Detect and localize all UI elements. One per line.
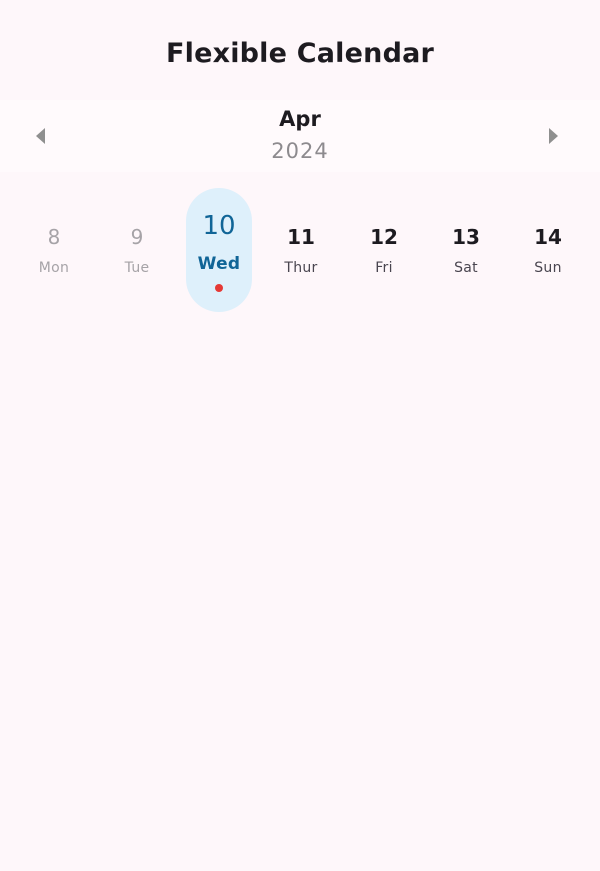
day-number: 10	[202, 211, 236, 241]
day-number: 9	[130, 225, 144, 249]
day-cell-sun-14[interactable]: 14 Sun	[515, 188, 581, 312]
next-month-button[interactable]	[538, 126, 568, 146]
app-bar: Flexible Calendar	[0, 0, 600, 100]
day-name: Thur	[284, 260, 318, 276]
day-number: 13	[452, 225, 480, 249]
day-number: 8	[47, 225, 61, 249]
day-cell-fri-12[interactable]: 12 Fri	[351, 188, 417, 312]
day-name: Sat	[454, 260, 478, 276]
day-name: Tue	[124, 260, 150, 276]
day-number: 14	[534, 225, 562, 249]
day-cell-mon-8[interactable]: 8 Mon	[21, 188, 87, 312]
day-name: Sun	[534, 260, 562, 276]
day-name: Wed	[197, 254, 241, 274]
month-label: Apr	[279, 107, 321, 131]
day-cell-wed-10-selected[interactable]: 10 Wed	[186, 188, 252, 312]
page-title: Flexible Calendar	[165, 38, 435, 69]
arrow-right-icon	[548, 128, 558, 144]
event-indicator-dot	[215, 284, 223, 292]
year-label: 2024	[271, 139, 329, 163]
day-name: Mon	[38, 260, 70, 276]
day-number: 12	[370, 225, 398, 249]
day-number: 11	[287, 225, 315, 249]
day-cell-tue-9[interactable]: 9 Tue	[104, 188, 170, 312]
day-name: Fri	[375, 260, 393, 276]
day-cell-sat-13[interactable]: 13 Sat	[433, 188, 499, 312]
day-cell-thur-11[interactable]: 11 Thur	[268, 188, 334, 312]
